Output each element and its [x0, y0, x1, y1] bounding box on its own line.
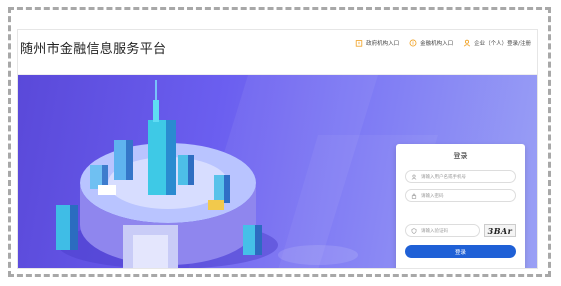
- username-field[interactable]: 请输入用户名或手机号: [405, 170, 516, 183]
- captcha-placeholder: 请输入验证码: [421, 228, 448, 234]
- building-icon: [355, 40, 363, 47]
- password-field[interactable]: 请输入密码: [405, 189, 516, 202]
- login-register-link[interactable]: 企业（个人）登录/注册: [463, 39, 531, 47]
- login-title: 登录: [453, 152, 468, 160]
- password-placeholder: 请输入密码: [421, 193, 444, 199]
- site-title: 随州市金融信息服务平台: [20, 42, 167, 57]
- header: 随州市金融信息服务平台 政府机构入口 金融机构入口 企业（个人）登录/注册: [18, 30, 537, 75]
- gov-entry-link[interactable]: 政府机构入口: [355, 39, 399, 47]
- login-panel: 登录 请输入用户名或手机号 请输入密码 请输入验证码 3BAr 登录: [396, 144, 525, 268]
- user-icon: [411, 174, 417, 180]
- login-button[interactable]: 登录: [405, 245, 516, 258]
- gov-entry-label: 政府机构入口: [366, 41, 400, 47]
- captcha-image[interactable]: 3BAr: [484, 224, 516, 237]
- top-nav: 政府机构入口 金融机构入口 企业（个人）登录/注册: [355, 39, 531, 47]
- lock-icon: [411, 193, 417, 199]
- captcha-field[interactable]: 请输入验证码: [405, 224, 480, 237]
- login-register-label: 企业（个人）登录/注册: [474, 41, 531, 47]
- username-placeholder: 请输入用户名或手机号: [421, 174, 466, 180]
- bank-icon: [409, 39, 417, 47]
- bank-entry-label: 金融机构入口: [420, 41, 454, 47]
- shield-icon: [411, 227, 417, 234]
- user-icon: [464, 39, 471, 47]
- hero-banner: 登录 请输入用户名或手机号 请输入密码 请输入验证码 3BAr 登录: [18, 75, 537, 268]
- page: 随州市金融信息服务平台 政府机构入口 金融机构入口 企业（个人）登录/注册 登录…: [17, 29, 538, 269]
- bank-entry-link[interactable]: 金融机构入口: [409, 39, 453, 47]
